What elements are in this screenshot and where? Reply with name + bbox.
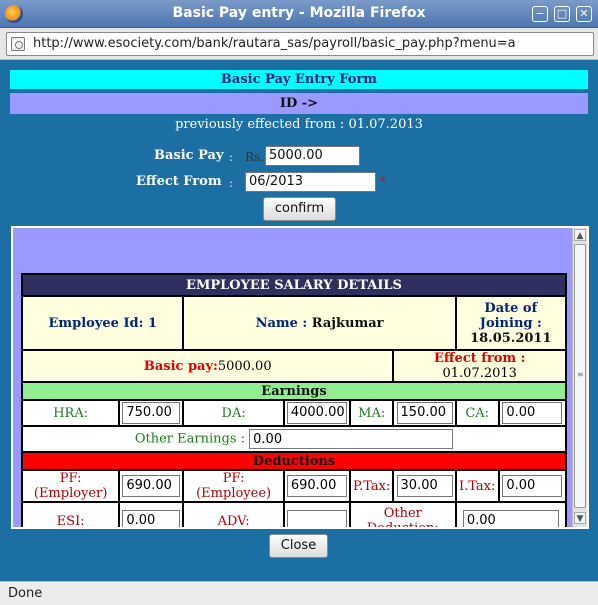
scroll-thumb[interactable]: ≡ bbox=[574, 244, 586, 508]
ca-cell: 0.00 bbox=[497, 399, 568, 427]
pf-employer-label: PF:(Employer) bbox=[20, 469, 121, 503]
url-text: http://www.esociety.com/bank/rautara_sas… bbox=[33, 36, 516, 51]
esi-input[interactable]: 0.00 bbox=[122, 510, 181, 527]
other-earnings-label: Other Earnings : bbox=[134, 431, 246, 447]
other-deduction-cell: 0.00 bbox=[454, 501, 568, 527]
adv-cell bbox=[282, 501, 351, 527]
url-bar: http://www.esociety.com/bank/rautara_sas… bbox=[0, 28, 598, 60]
da-label: DA: bbox=[182, 399, 285, 427]
itax-cell: 0.00 bbox=[497, 469, 568, 503]
doj-label: Date of Joining : bbox=[479, 300, 542, 331]
other-deduction-input[interactable]: 0.00 bbox=[462, 510, 559, 527]
salary-details-title: EMPLOYEE SALARY DETAILS bbox=[21, 273, 567, 297]
ptax-label: P.Tax: bbox=[348, 469, 395, 503]
effect-from-summary-label: Effect from : bbox=[433, 351, 526, 366]
da-cell: 4000.00 bbox=[282, 399, 351, 427]
employee-id-value: 1 bbox=[147, 315, 157, 331]
page-content: Basic Pay Entry Form ID -> previously ef… bbox=[0, 60, 598, 581]
window-title: Basic Pay entry - Mozilla Firefox bbox=[172, 5, 426, 21]
itax-input[interactable]: 0.00 bbox=[502, 475, 563, 497]
other-earnings-input[interactable]: 0.00 bbox=[249, 429, 454, 449]
ma-input[interactable]: 150.00 bbox=[396, 402, 453, 424]
effect-from-summary-cell: Effect from : 01.07.2013 bbox=[392, 349, 567, 383]
maximize-button[interactable]: □ bbox=[554, 6, 570, 22]
basic-pay-colon: : bbox=[229, 150, 234, 164]
window-titlebar: Basic Pay entry - Mozilla Firefox − □ ✕ bbox=[0, 0, 598, 28]
id-label: ID -> bbox=[10, 93, 588, 114]
address-field[interactable]: http://www.esociety.com/bank/rautara_sas… bbox=[6, 32, 594, 56]
effect-from-summary-value: 01.07.2013 bbox=[442, 366, 517, 381]
status-bar: Done bbox=[0, 581, 598, 605]
vertical-scrollbar[interactable]: ▲ ≡ ▼ bbox=[572, 228, 587, 527]
scroll-down-arrow-icon[interactable]: ▼ bbox=[574, 512, 586, 524]
site-identity-icon[interactable] bbox=[11, 37, 25, 51]
required-mark: * bbox=[380, 174, 386, 188]
other-deduction-label: Other Deduction: bbox=[348, 501, 457, 527]
scroll-grip-icon: ≡ bbox=[577, 370, 584, 379]
employee-name-value: Rajkumar bbox=[311, 315, 384, 331]
rs-prefix: Rs. bbox=[245, 150, 265, 164]
pf-employee-cell: 690.00 bbox=[282, 469, 351, 503]
employee-name-cell: Name : Rajkumar bbox=[182, 295, 457, 351]
effect-from-input[interactable]: 06/2013 bbox=[245, 172, 376, 192]
effect-from-colon: : bbox=[229, 176, 234, 190]
hra-cell: 750.00 bbox=[118, 399, 185, 427]
confirm-button[interactable]: confirm bbox=[263, 197, 336, 221]
adv-label: ADV: bbox=[182, 501, 285, 527]
basic-pay-label: Basic Pay bbox=[154, 148, 224, 163]
earnings-heading: Earnings bbox=[21, 381, 567, 401]
minimize-button[interactable]: − bbox=[532, 6, 548, 22]
esi-label: ESI: bbox=[20, 501, 121, 527]
close-window-button[interactable]: ✕ bbox=[576, 6, 592, 22]
pf-employer-cell: 690.00 bbox=[118, 469, 185, 503]
effect-from-label: Effect From bbox=[136, 174, 222, 189]
basic-pay-input[interactable]: 5000.00 bbox=[265, 146, 360, 166]
ma-label: MA: bbox=[348, 399, 395, 427]
ca-label: CA: bbox=[454, 399, 500, 427]
salary-details-table: EMPLOYEE SALARY DETAILS Employee Id: 1 N… bbox=[20, 273, 568, 527]
ptax-cell: 30.00 bbox=[392, 469, 457, 503]
hra-input[interactable]: 750.00 bbox=[122, 402, 181, 424]
doj-cell: Date of Joining : 18.05.2011 bbox=[454, 295, 568, 351]
pf-employee-label: PF:(Employee) bbox=[182, 469, 285, 503]
pf-employee-input[interactable]: 690.00 bbox=[286, 475, 347, 497]
pf-employer-input[interactable]: 690.00 bbox=[122, 475, 181, 497]
adv-input[interactable] bbox=[286, 510, 347, 527]
esi-cell: 0.00 bbox=[118, 501, 185, 527]
itax-label: I.Tax: bbox=[454, 469, 500, 503]
basic-pay-summary-label: Basic pay: bbox=[143, 358, 218, 374]
basic-pay-summary-value: 5000.00 bbox=[217, 358, 272, 374]
ptax-input[interactable]: 30.00 bbox=[396, 475, 453, 497]
doj-value: 18.05.2011 bbox=[470, 330, 552, 346]
name-label: Name : bbox=[255, 315, 308, 331]
employee-id-label: Employee Id: bbox=[48, 315, 144, 331]
hra-label: HRA: bbox=[20, 399, 121, 427]
da-input[interactable]: 4000.00 bbox=[286, 402, 347, 424]
previously-effected-text: previously effected from : 01.07.2013 bbox=[175, 117, 423, 132]
close-button[interactable]: Close bbox=[269, 534, 328, 558]
scroll-up-arrow-icon[interactable]: ▲ bbox=[574, 229, 586, 241]
deductions-heading: Deductions bbox=[21, 451, 567, 471]
ca-input[interactable]: 0.00 bbox=[502, 402, 563, 424]
ma-cell: 150.00 bbox=[392, 399, 457, 427]
form-heading: Basic Pay Entry Form bbox=[10, 70, 588, 89]
basic-pay-summary-cell: Basic pay:5000.00 bbox=[20, 349, 395, 383]
other-earnings-cell: Other Earnings : 0.00 bbox=[21, 425, 567, 453]
salary-details-frame: EMPLOYEE SALARY DETAILS Employee Id: 1 N… bbox=[11, 226, 589, 529]
employee-id-cell: Employee Id: 1 bbox=[20, 295, 185, 351]
